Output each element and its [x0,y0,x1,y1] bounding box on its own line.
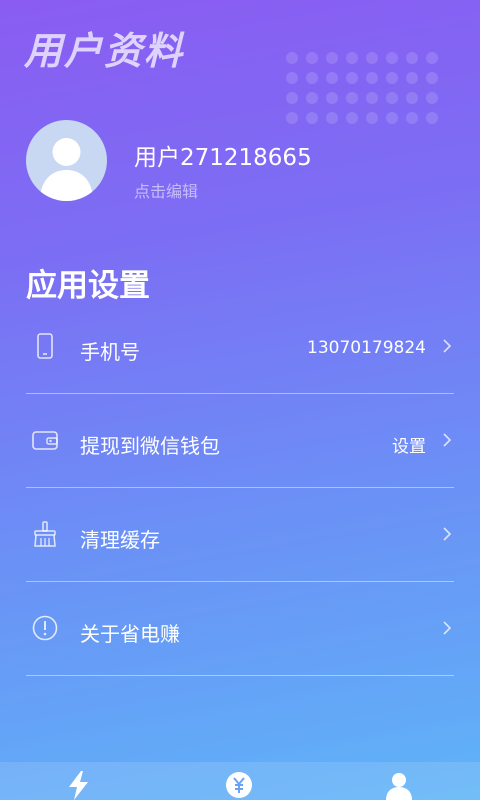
settings-row-about[interactable]: 关于省电赚 [26,582,454,676]
settings-row-label: 关于省电赚 [80,622,180,646]
avatar[interactable] [26,120,107,201]
chevron-right-icon [443,527,452,541]
user-icon[interactable] [384,770,414,800]
user-silhouette-icon [40,138,93,201]
username: 用户271218665 [134,145,312,171]
chevron-right-icon [443,621,452,635]
edit-profile-link[interactable]: 点击编辑 [134,178,198,202]
settings-row-phone[interactable]: 手机号 13070179824 [26,300,454,394]
section-title: 应用设置 [26,268,150,304]
settings-row-label: 提现到微信钱包 [80,434,220,458]
lightning-icon[interactable] [64,770,94,800]
page-title: 用户资料 [24,29,185,73]
wallet-icon [32,431,58,450]
broom-icon [34,521,56,547]
settings-row-clear-cache[interactable]: 清理缓存 [26,488,454,582]
profile-card[interactable]: 用户271218665 点击编辑 [26,120,456,202]
info-icon [32,615,58,641]
settings-list: 手机号 13070179824 提现到微信钱包 设置 清理缓存 关于省电赚 [26,300,454,676]
yuan-coin-icon[interactable] [224,770,254,800]
wallet-setting-value: 设置 [392,437,426,457]
bottom-tab-bar [0,762,480,800]
chevron-right-icon [443,339,452,353]
phone-number-value: 13070179824 [307,338,426,358]
phone-icon [37,333,53,359]
chevron-right-icon [443,433,452,447]
settings-row-wechat-wallet[interactable]: 提现到微信钱包 设置 [26,394,454,488]
settings-row-label: 清理缓存 [80,528,160,552]
settings-row-label: 手机号 [80,340,140,364]
